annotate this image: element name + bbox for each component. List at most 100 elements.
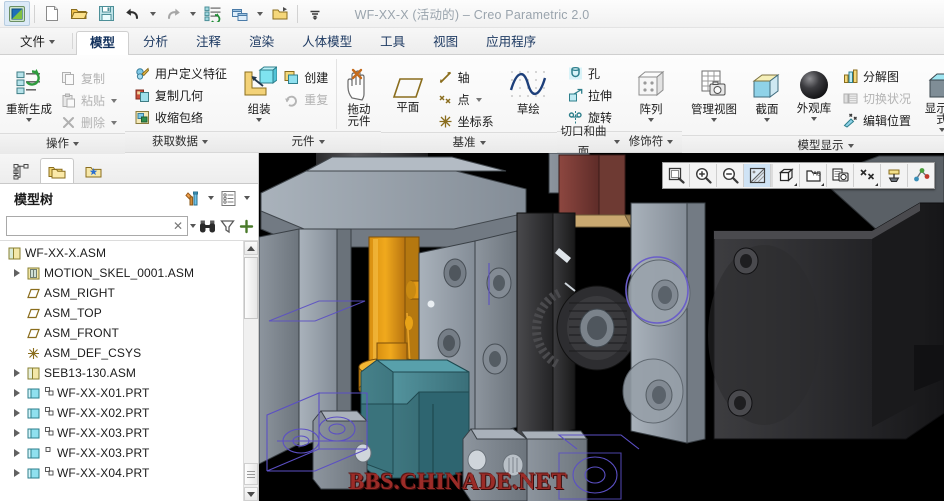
drag-component-button[interactable]: 拖动元件 — [340, 59, 378, 131]
tree-row-part-x04[interactable]: WF-XX-X04.PRT — [0, 463, 244, 483]
display-style-dropdown-caret[interactable] — [939, 128, 944, 132]
tab-file[interactable]: 文件 — [6, 30, 69, 54]
window-dropdown-caret[interactable] — [254, 2, 266, 25]
search-input[interactable] — [12, 218, 171, 234]
open-file-icon[interactable] — [66, 1, 92, 26]
undo-icon[interactable] — [120, 1, 146, 26]
creo-logo-icon[interactable] — [4, 1, 30, 26]
hole-button[interactable]: 孔 — [564, 63, 617, 84]
tab-analysis[interactable]: 分析 — [129, 30, 182, 54]
manage-views-button[interactable]: 管理视图 — [685, 59, 743, 125]
tree-row-asm-def-csys[interactable]: ASM_DEF_CSYS — [0, 343, 244, 363]
tree-row-part-x03-b[interactable]: WF-XX-X03.PRT — [0, 443, 244, 463]
model-tree[interactable]: WF-XX-X.ASM MOTION_SKEL_0001.ASM ASM_RIG… — [0, 240, 258, 501]
pattern-dropdown-caret[interactable] — [648, 118, 655, 122]
toggle-status-button[interactable]: 切换状况 — [839, 88, 916, 109]
zoom-in-icon[interactable] — [690, 164, 717, 187]
regenerate-dropdown-caret[interactable] — [25, 118, 32, 122]
tab-annotate[interactable]: 注释 — [182, 30, 235, 54]
close-window-icon[interactable] — [267, 1, 293, 26]
navtab-favorites[interactable] — [76, 158, 110, 183]
navtab-folder-browser[interactable] — [40, 158, 74, 183]
sketch-button[interactable]: 草绘 — [503, 59, 554, 119]
udf-button[interactable]: 用户定义特征 — [131, 63, 232, 84]
tab-applications[interactable]: 应用程序 — [472, 30, 550, 54]
graphics-window[interactable]: AB BBS.CHINADE.NET — [259, 153, 944, 501]
display-style-icon[interactable] — [773, 164, 800, 187]
datum-axis-button[interactable]: 轴 — [434, 67, 499, 88]
repeat-button[interactable]: 重复 — [280, 89, 333, 110]
datum-point-button[interactable]: 点 — [434, 89, 499, 110]
tree-row-root[interactable]: WF-XX-X.ASM — [0, 243, 244, 263]
paste-button[interactable]: 粘贴 — [57, 90, 122, 111]
assemble-button[interactable]: 组装 — [238, 59, 280, 125]
edit-position-button[interactable]: 编辑位置 — [839, 110, 916, 131]
scroll-up-arrow-icon[interactable] — [244, 241, 258, 255]
scrollbar-thumb[interactable] — [244, 257, 258, 319]
view-manager-icon[interactable] — [827, 164, 854, 187]
settings-dropdown-caret[interactable] — [205, 188, 216, 209]
assemble-dropdown-caret[interactable] — [256, 118, 263, 122]
extrude-button[interactable]: 拉伸 — [564, 85, 617, 106]
display-list-icon[interactable] — [217, 187, 240, 210]
clear-search-icon[interactable]: ✕ — [171, 219, 185, 233]
paste-dropdown-caret[interactable] — [111, 98, 117, 103]
redo-dropdown-caret[interactable] — [187, 2, 199, 25]
section-button[interactable]: 截面 — [743, 59, 791, 125]
spin-center-icon[interactable] — [908, 164, 934, 187]
saved-views-dropdown-corner[interactable] — [818, 183, 824, 186]
tab-manikin[interactable]: 人体模型 — [288, 30, 366, 54]
copy-button[interactable]: 复制 — [57, 68, 122, 89]
window-icon[interactable] — [227, 1, 253, 26]
display-style-button[interactable]: 显示样式 — [918, 59, 944, 135]
new-file-icon[interactable] — [39, 1, 65, 26]
redo-icon[interactable] — [160, 1, 186, 26]
tab-model[interactable]: 模型 — [76, 31, 130, 55]
tree-row-part-x02[interactable]: WF-XX-X02.PRT — [0, 403, 244, 423]
assembly-3d-model[interactable] — [259, 153, 944, 501]
pattern-button[interactable]: 阵列 — [623, 59, 679, 125]
scroll-down-arrow-icon[interactable] — [244, 487, 258, 501]
customize-qat-caret[interactable] — [302, 1, 328, 26]
delete-dropdown-caret[interactable] — [111, 120, 117, 125]
tree-row-skeleton[interactable]: MOTION_SKEL_0001.ASM — [0, 263, 244, 283]
expand-arrow-icon[interactable] — [10, 387, 23, 400]
expand-arrow-icon[interactable] — [10, 367, 23, 380]
find-binoculars-icon[interactable] — [198, 215, 217, 238]
saved-views-icon[interactable]: AB — [800, 164, 827, 187]
tree-row-part-x01[interactable]: WF-XX-X01.PRT — [0, 383, 244, 403]
expand-arrow-icon[interactable] — [10, 427, 23, 440]
datum-display-dropdown-corner[interactable] — [872, 183, 878, 186]
tree-row-part-x03-a[interactable]: WF-XX-X03.PRT — [0, 423, 244, 443]
appearance-dropdown-caret[interactable] — [811, 117, 818, 121]
regenerate-icon[interactable] — [200, 1, 226, 26]
display-dropdown-caret[interactable] — [241, 188, 252, 209]
expand-arrow-icon[interactable] — [10, 467, 23, 480]
navtab-model-tree[interactable] — [4, 158, 38, 183]
shrinkwrap-button[interactable]: 收缩包络 — [131, 107, 232, 128]
tree-row-asm-top[interactable]: ASM_TOP — [0, 303, 244, 323]
scrollbar-grip[interactable] — [244, 463, 258, 485]
undo-dropdown-caret[interactable] — [147, 2, 159, 25]
create-button[interactable]: 创建 — [280, 67, 333, 88]
delete-button[interactable]: 删除 — [57, 112, 122, 133]
regenerate-button[interactable]: 重新生成 — [3, 59, 55, 125]
search-dropdown-caret[interactable] — [190, 216, 196, 236]
manage-views-dropdown-caret[interactable] — [711, 118, 718, 122]
appearance-gallery-button[interactable]: 外观库 — [791, 59, 837, 124]
tree-row-seb13-130[interactable]: SEB13-130.ASM — [0, 363, 244, 383]
datum-point-dropdown-caret[interactable] — [475, 97, 482, 102]
zoom-out-icon[interactable] — [717, 164, 744, 187]
save-icon[interactable] — [93, 1, 119, 26]
display-style-dropdown-corner[interactable] — [791, 183, 797, 186]
filter-funnel-icon[interactable] — [219, 215, 236, 238]
tab-view[interactable]: 视图 — [419, 30, 472, 54]
zoom-to-fit-icon[interactable] — [663, 164, 690, 187]
copy-geometry-button[interactable]: 复制几何 — [131, 85, 232, 106]
datum-plane-button[interactable]: 平面 — [384, 67, 432, 117]
settings-tools-icon[interactable] — [181, 187, 204, 210]
coordinate-system-button[interactable]: 坐标系 — [434, 111, 499, 132]
search-box[interactable]: ✕ — [6, 216, 188, 236]
section-dropdown-caret[interactable] — [764, 118, 771, 122]
tree-row-asm-right[interactable]: ASM_RIGHT — [0, 283, 244, 303]
